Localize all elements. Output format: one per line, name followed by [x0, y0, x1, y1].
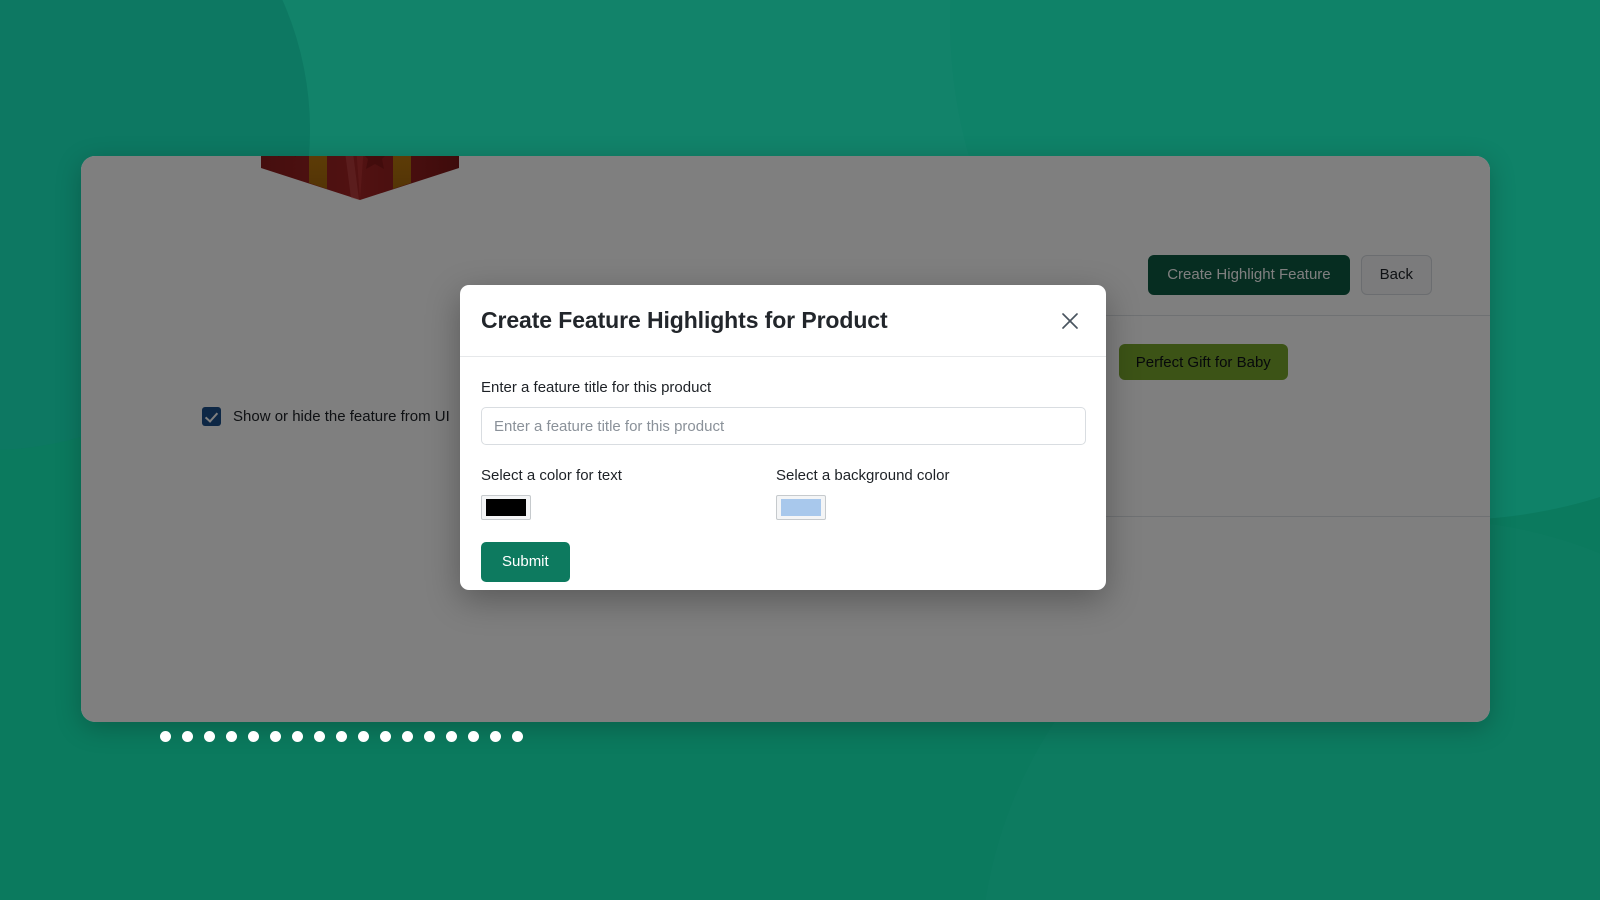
- background-color-chip: [781, 499, 821, 516]
- gift-box-image: [247, 156, 473, 208]
- pagination-dot[interactable]: [358, 731, 369, 742]
- back-button[interactable]: Back: [1360, 255, 1432, 295]
- pagination-dot[interactable]: [424, 731, 435, 742]
- pagination-dot[interactable]: [468, 731, 479, 742]
- app-root: Create Highlight Feature Back Unboxing E…: [0, 0, 1600, 900]
- text-color-picker[interactable]: [481, 495, 531, 520]
- color-fields-row: Select a color for text Select a backgro…: [481, 466, 1085, 520]
- pagination-dot[interactable]: [446, 731, 457, 742]
- text-color-chip: [486, 499, 526, 516]
- modal-body: Enter a feature title for this product S…: [460, 357, 1106, 590]
- pagination-dot[interactable]: [336, 731, 347, 742]
- pagination-dot[interactable]: [512, 731, 523, 742]
- pagination-dot[interactable]: [490, 731, 501, 742]
- pagination-dot[interactable]: [160, 731, 171, 742]
- create-highlight-feature-button[interactable]: Create Highlight Feature: [1148, 255, 1350, 295]
- visibility-toggle-row[interactable]: Show or hide the feature from UI: [202, 407, 450, 426]
- submit-button[interactable]: Submit: [481, 542, 570, 582]
- modal-header: Create Feature Highlights for Product: [460, 285, 1106, 357]
- pagination-dot[interactable]: [380, 731, 391, 742]
- pagination-dot[interactable]: [402, 731, 413, 742]
- pagination-dot[interactable]: [292, 731, 303, 742]
- pagination-dot[interactable]: [204, 731, 215, 742]
- pagination-dots: [160, 731, 523, 742]
- pagination-dot[interactable]: [226, 731, 237, 742]
- pagination-dot[interactable]: [182, 731, 193, 742]
- text-color-label: Select a color for text: [481, 467, 622, 484]
- pagination-dot[interactable]: [314, 731, 325, 742]
- modal-title: Create Feature Highlights for Product: [481, 307, 888, 333]
- feature-tag[interactable]: Perfect Gift for Baby: [1118, 344, 1288, 380]
- show-hide-feature-label: Show or hide the feature from UI: [233, 408, 450, 425]
- text-color-field: Select a color for text: [481, 466, 776, 520]
- background-color-label: Select a background color: [776, 467, 950, 484]
- background-color-picker[interactable]: [776, 495, 826, 520]
- pagination-dot[interactable]: [248, 731, 259, 742]
- card-action-buttons: Create Highlight Feature Back: [1148, 255, 1432, 295]
- pagination-dot[interactable]: [270, 731, 281, 742]
- background-color-field: Select a background color: [776, 466, 1071, 520]
- feature-title-label: Enter a feature title for this product: [481, 379, 712, 396]
- feature-title-input[interactable]: [481, 407, 1086, 445]
- create-feature-highlights-modal: Create Feature Highlights for Product En…: [460, 285, 1106, 590]
- close-icon[interactable]: [1055, 306, 1085, 336]
- show-hide-feature-checkbox[interactable]: [202, 407, 221, 426]
